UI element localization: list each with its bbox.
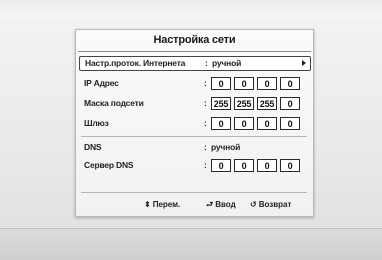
footer-divider — [81, 192, 307, 193]
gateway-octet-2[interactable]: 0 — [234, 117, 254, 130]
mask-octet-4[interactable]: 0 — [280, 97, 300, 110]
dns-octet-2[interactable]: 0 — [234, 159, 254, 172]
enter-hint: ⮐ Ввод — [206, 197, 236, 213]
ip-octet-2[interactable]: 0 — [234, 77, 254, 90]
button-hint-bar: ⬍ Перем. ⮐ Ввод ↺ Возврат — [76, 197, 313, 213]
chevron-right-icon[interactable] — [302, 60, 306, 66]
gateway-octet-3[interactable]: 0 — [257, 117, 277, 130]
mask-octet-2[interactable]: 255 — [234, 97, 254, 110]
dns-octet-1[interactable]: 0 — [211, 159, 231, 172]
dns-octet-4[interactable]: 0 — [280, 159, 300, 172]
dns-server-row: Сервер DNS : 0 0 0 0 — [79, 158, 309, 173]
ip-address-row: IP Адрес : 0 0 0 0 — [79, 76, 309, 91]
colon: : — [204, 160, 207, 170]
dns-octet-3[interactable]: 0 — [257, 159, 277, 172]
dns-mode-row[interactable]: DNS : ручной — [79, 140, 309, 155]
ip-octet-1[interactable]: 0 — [211, 77, 231, 90]
move-hint-label: Перем. — [152, 200, 181, 209]
gateway-row: Шлюз : 0 0 0 0 — [79, 116, 309, 131]
move-hint: ⬍ Перем. — [144, 197, 180, 213]
ip-address-label: IP Адрес — [84, 78, 119, 88]
colon: : — [204, 118, 207, 128]
section-divider — [81, 136, 307, 137]
dns-label: DNS — [84, 142, 102, 152]
mask-octet-1[interactable]: 255 — [211, 97, 231, 110]
return-hint-label: Возврат — [258, 200, 292, 209]
colon: : — [204, 78, 207, 88]
network-settings-dialog: Настройка сети Настр.проток. Интернета :… — [75, 29, 314, 217]
return-icon: ↺ — [250, 200, 257, 209]
subnet-mask-row: Маска подсети : 255 255 255 0 — [79, 96, 309, 111]
dns-mode-value: ручной — [211, 142, 241, 152]
background-bottom-band — [0, 228, 382, 260]
protocol-value: ручной — [212, 58, 242, 68]
updown-icon: ⬍ — [144, 200, 151, 209]
mask-octet-3[interactable]: 255 — [257, 97, 277, 110]
enter-hint-label: Ввод — [215, 200, 236, 209]
dialog-title: Настройка сети — [153, 34, 236, 46]
return-hint: ↺ Возврат — [250, 197, 291, 213]
ip-octet-4[interactable]: 0 — [280, 77, 300, 90]
gateway-label: Шлюз — [84, 118, 109, 128]
colon: : — [204, 98, 207, 108]
colon: : — [204, 142, 207, 152]
gateway-octet-1[interactable]: 0 — [211, 117, 231, 130]
enter-icon: ⮐ — [206, 200, 214, 209]
protocol-setting-row[interactable]: Настр.проток. Интернета : ручной — [79, 56, 311, 71]
ip-octet-3[interactable]: 0 — [257, 77, 277, 90]
dns-server-label: Сервер DNS — [84, 160, 134, 170]
gateway-octet-4[interactable]: 0 — [280, 117, 300, 130]
colon: : — [205, 58, 208, 68]
protocol-label: Настр.проток. Интернета — [85, 58, 186, 68]
subnet-mask-label: Маска подсети — [84, 98, 144, 108]
background-top-band — [0, 0, 382, 19]
title-divider — [78, 51, 311, 52]
